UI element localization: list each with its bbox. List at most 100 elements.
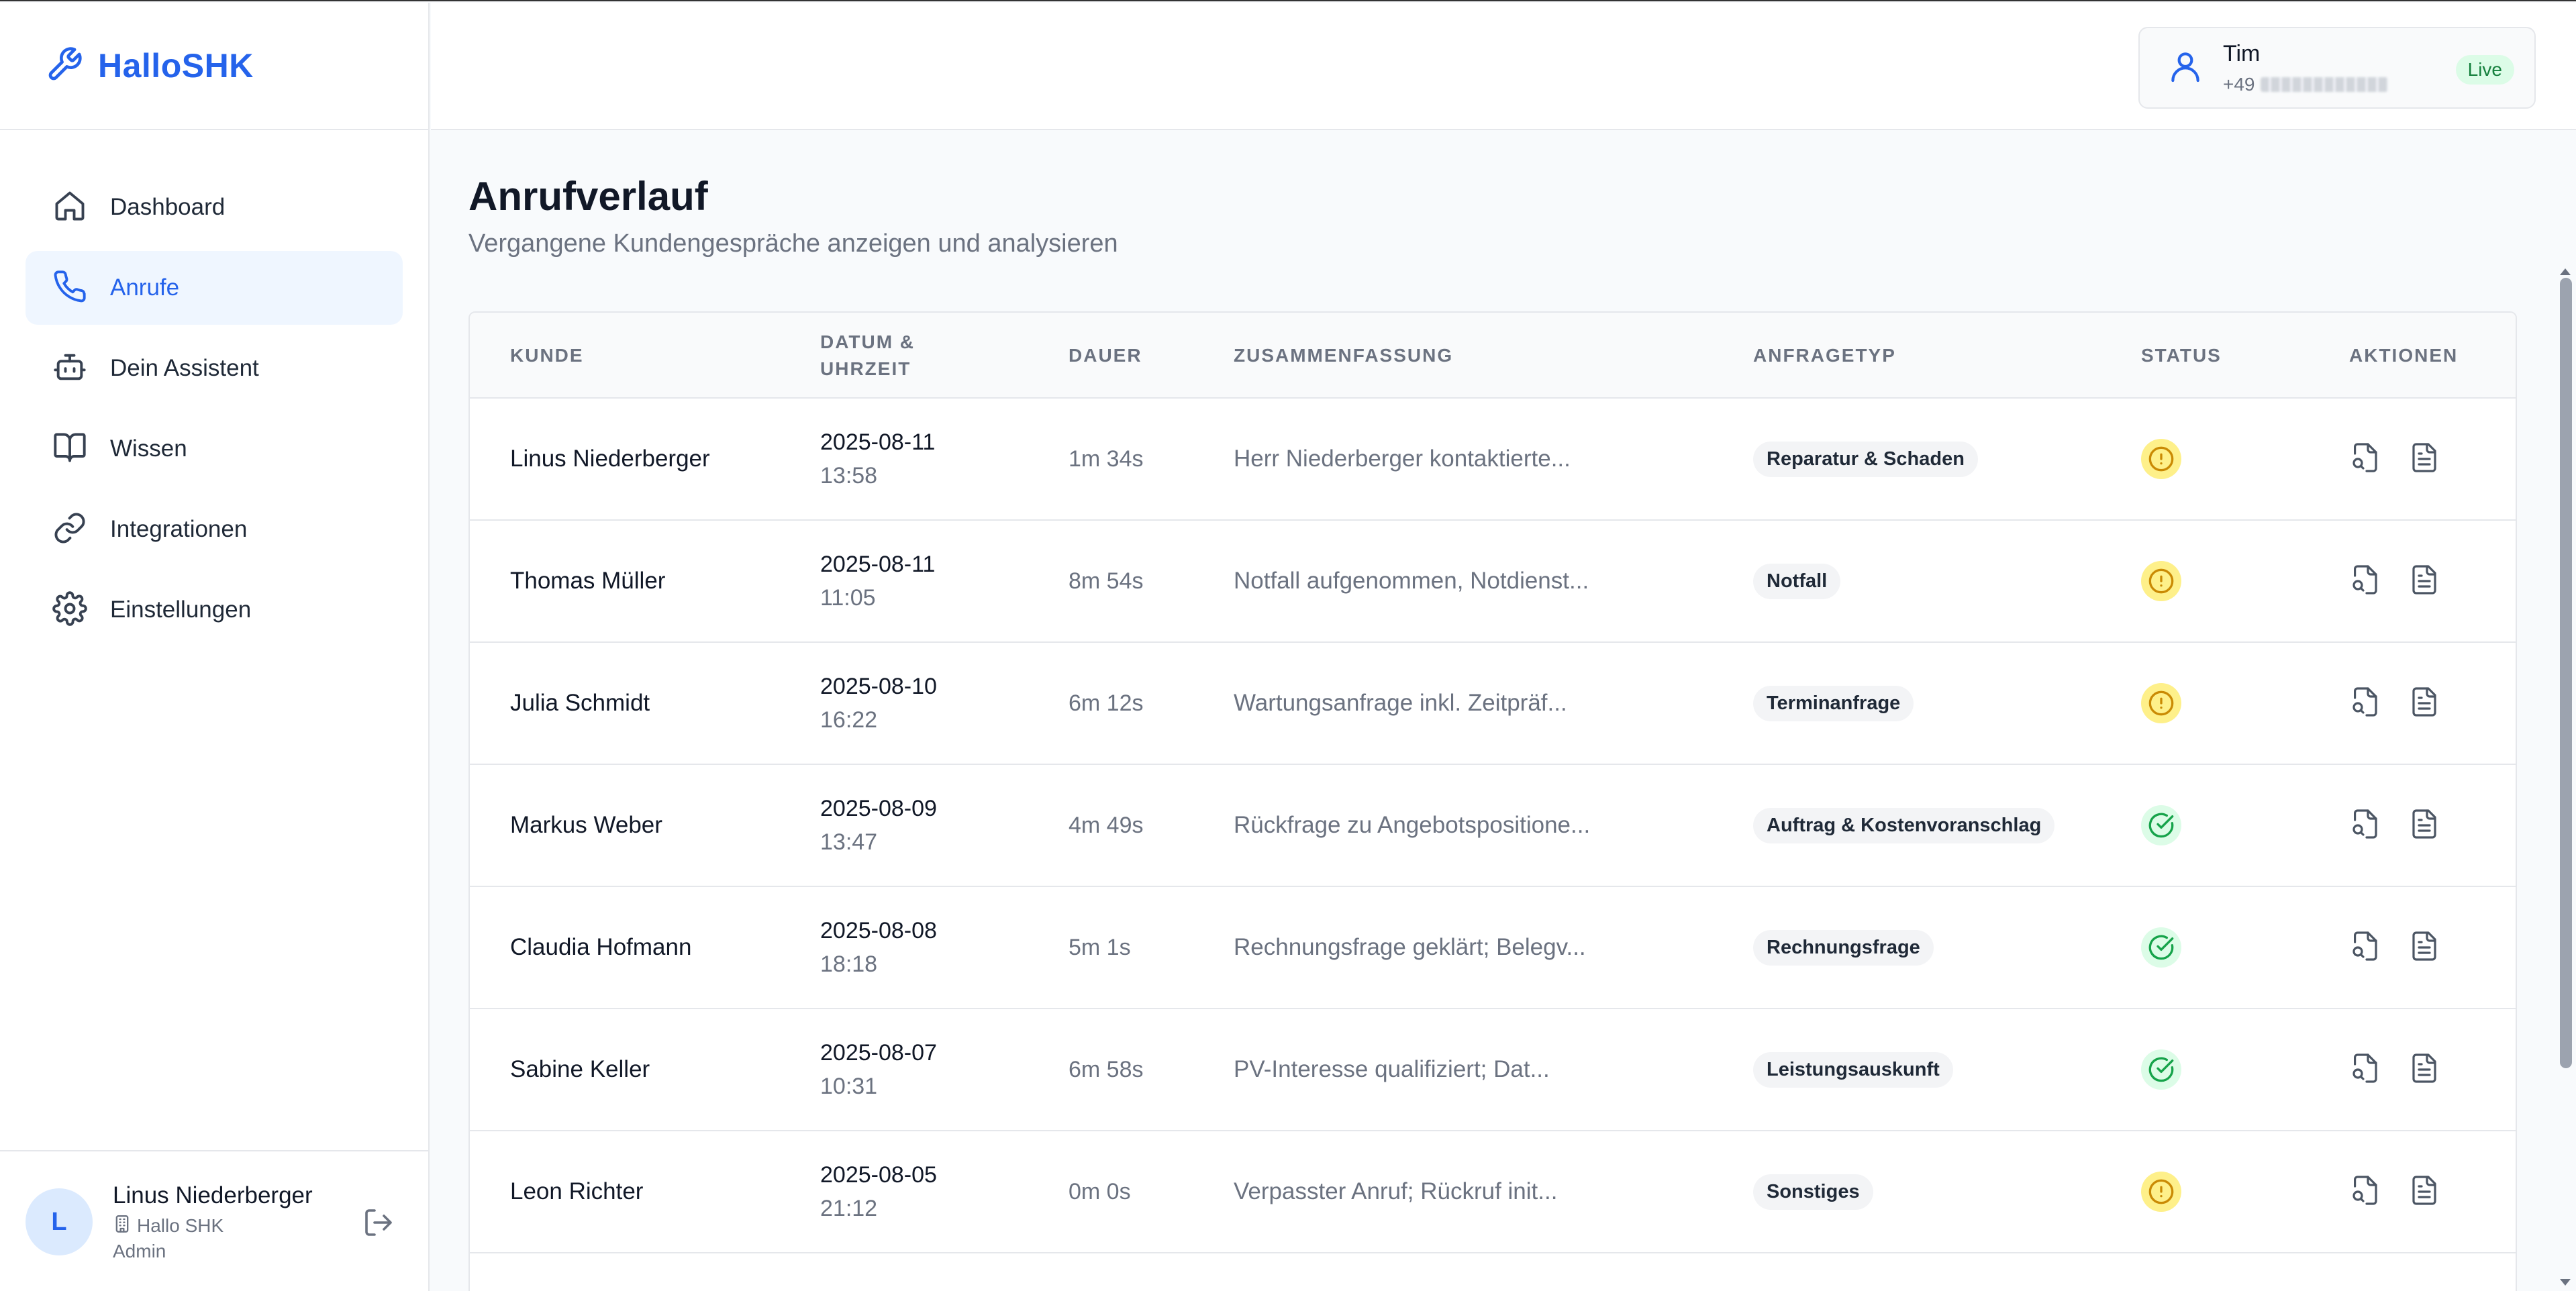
profile-name: Tim <box>2223 40 2261 66</box>
scroll-down-arrow[interactable] <box>2560 1279 2571 1286</box>
call-duration: 8m 54s <box>1069 568 1144 594</box>
live-badge: Live <box>2455 55 2514 85</box>
call-datetime: 2025-08-08 18:18 <box>820 887 937 1008</box>
view-recording-button[interactable] <box>2349 686 2381 721</box>
logout-icon <box>362 1209 395 1241</box>
user-role: Admin <box>113 1240 166 1261</box>
column-header-dauer[interactable]: DAUER <box>1069 313 1142 399</box>
view-transcript-button[interactable] <box>2408 442 2440 477</box>
logout-button[interactable] <box>362 1206 395 1239</box>
sidebar-item-dashboard[interactable]: Dashboard <box>26 170 403 244</box>
sidebar-item-assistent[interactable]: Dein Assistent <box>26 331 403 405</box>
sidebar: HalloSHK Dashboard Anrufe Dein Assistent… <box>0 3 430 1291</box>
call-datetime: 2025-08-11 13:58 <box>820 399 935 519</box>
table-row[interactable]: Markus Weber 2025-08-09 13:47 4m 49s Rüc… <box>470 765 2516 887</box>
column-header-anfragetyp[interactable]: ANFRAGETYP <box>1753 313 1896 399</box>
column-header-kunde[interactable]: KUNDE <box>510 313 584 399</box>
status-cell <box>2141 643 2181 764</box>
brand-name: HalloSHK <box>98 47 254 85</box>
view-transcript-button[interactable] <box>2408 1052 2440 1088</box>
page-subtitle: Vergangene Kundengespräche anzeigen und … <box>468 229 1118 258</box>
avatar: L <box>26 1188 93 1255</box>
sidebar-item-einstellungen[interactable]: Einstellungen <box>26 573 403 647</box>
table-row[interactable]: Linus Niederberger 2025-08-11 13:58 1m 3… <box>470 399 2516 521</box>
table-row[interactable]: Sabine Keller 2025-08-07 10:31 6m 58s PV… <box>470 1009 2516 1131</box>
view-transcript-button[interactable] <box>2408 1174 2440 1210</box>
call-date: 2025-08-11 <box>820 552 936 577</box>
status-cell <box>2141 399 2181 519</box>
view-recording-button[interactable] <box>2349 808 2381 843</box>
row-actions <box>2349 521 2440 641</box>
status-cell <box>2141 887 2181 1008</box>
sidebar-item-label: Dashboard <box>110 194 226 220</box>
sidebar-item-label: Einstellungen <box>110 597 252 623</box>
request-type-badge: Auftrag & Kostenvoranschlag <box>1753 807 2055 843</box>
file-search-icon <box>2349 686 2381 721</box>
call-datetime: 2025-08-05 21:12 <box>820 1131 937 1252</box>
table-row[interactable]: Julia Schmidt 2025-08-10 16:22 6m 12s Wa… <box>470 643 2516 765</box>
sidebar-item-integrationen[interactable]: Integrationen <box>26 493 403 566</box>
status-badge-pending <box>2141 561 2181 601</box>
customer-name: Thomas Müller <box>510 568 666 594</box>
call-date: 2025-08-11 <box>820 429 936 455</box>
main-content: Anrufverlauf Vergangene Kundengespräche … <box>431 132 2576 1291</box>
profile-text: Tim +49 <box>2223 41 2388 95</box>
column-header-zusammenfassung[interactable]: ZUSAMMENFASSUNG <box>1234 313 1453 399</box>
phone-prefix: +49 <box>2223 73 2255 95</box>
call-date: 2025-08-09 <box>820 796 937 821</box>
column-header-aktionen: AKTIONEN <box>2349 345 2459 366</box>
scrollbar-thumb[interactable] <box>2560 278 2572 1068</box>
call-duration: 5m 1s <box>1069 934 1131 960</box>
view-recording-button[interactable] <box>2349 930 2381 966</box>
sidebar-item-label: Dein Assistent <box>110 355 259 381</box>
scroll-up-arrow[interactable] <box>2560 268 2571 275</box>
sidebar-item-label: Integrationen <box>110 516 248 542</box>
file-search-icon <box>2349 1053 2381 1087</box>
table-row[interactable]: Claudia Hofmann 2025-08-08 18:18 5m 1s R… <box>470 887 2516 1009</box>
alert-circle-icon <box>2148 1179 2174 1204</box>
view-transcript-button[interactable] <box>2408 564 2440 599</box>
brand[interactable]: HalloSHK <box>0 3 428 130</box>
check-circle-icon <box>2148 1057 2174 1082</box>
view-transcript-button[interactable] <box>2408 686 2440 721</box>
customer-name: Linus Niederberger <box>510 446 710 472</box>
column-header-datum[interactable]: DATUM & UHRZEIT <box>820 313 915 399</box>
call-date: 2025-08-08 <box>820 918 937 943</box>
sidebar-item-wissen[interactable]: Wissen <box>26 412 403 486</box>
file-text-icon <box>2408 931 2440 965</box>
bot-icon <box>52 350 87 388</box>
customer-name: Claudia Hofmann <box>510 934 692 960</box>
status-badge-done <box>2141 1049 2181 1090</box>
call-duration: 6m 12s <box>1069 690 1144 716</box>
file-text-icon <box>2408 686 2440 721</box>
profile-card[interactable]: Tim +49 Live <box>2138 27 2536 109</box>
scrollbar[interactable] <box>2553 132 2576 1291</box>
view-recording-button[interactable] <box>2349 564 2381 599</box>
table-row[interactable]: Leon Richter 2025-08-05 21:12 0m 0s Verp… <box>470 1131 2516 1253</box>
request-type: Sonstiges <box>1753 1131 1873 1252</box>
view-recording-button[interactable] <box>2349 1052 2381 1088</box>
file-text-icon <box>2408 442 2440 476</box>
call-summary: Notfall aufgenommen, Notdienst... <box>1234 568 1589 594</box>
status-badge-pending <box>2141 439 2181 479</box>
table-row[interactable]: Thomas Müller 2025-08-11 11:05 8m 54s No… <box>470 521 2516 643</box>
view-transcript-button[interactable] <box>2408 808 2440 843</box>
user-icon <box>2167 48 2204 89</box>
customer-name: Leon Richter <box>510 1178 644 1204</box>
call-summary: Rechnungsfrage geklärt; Belegv... <box>1234 934 1586 960</box>
view-recording-button[interactable] <box>2349 442 2381 477</box>
view-recording-button[interactable] <box>2349 1174 2381 1210</box>
request-type: Reparatur & Schaden <box>1753 399 1978 519</box>
request-type: Auftrag & Kostenvoranschlag <box>1753 765 2055 886</box>
sidebar-item-label: Anrufe <box>110 274 180 301</box>
request-type: Leistungsauskunft <box>1753 1009 1953 1130</box>
sidebar-item-anrufe[interactable]: Anrufe <box>26 251 403 325</box>
column-header-status[interactable]: STATUS <box>2141 313 2222 399</box>
view-transcript-button[interactable] <box>2408 930 2440 966</box>
file-search-icon <box>2349 809 2381 843</box>
call-summary: Verpasster Anruf; Rückruf init... <box>1234 1178 1558 1204</box>
status-cell <box>2141 521 2181 641</box>
file-search-icon <box>2349 442 2381 476</box>
call-time: 13:58 <box>820 463 878 488</box>
user-footer: L Linus Niederberger Hallo SHK Admin <box>0 1150 428 1291</box>
